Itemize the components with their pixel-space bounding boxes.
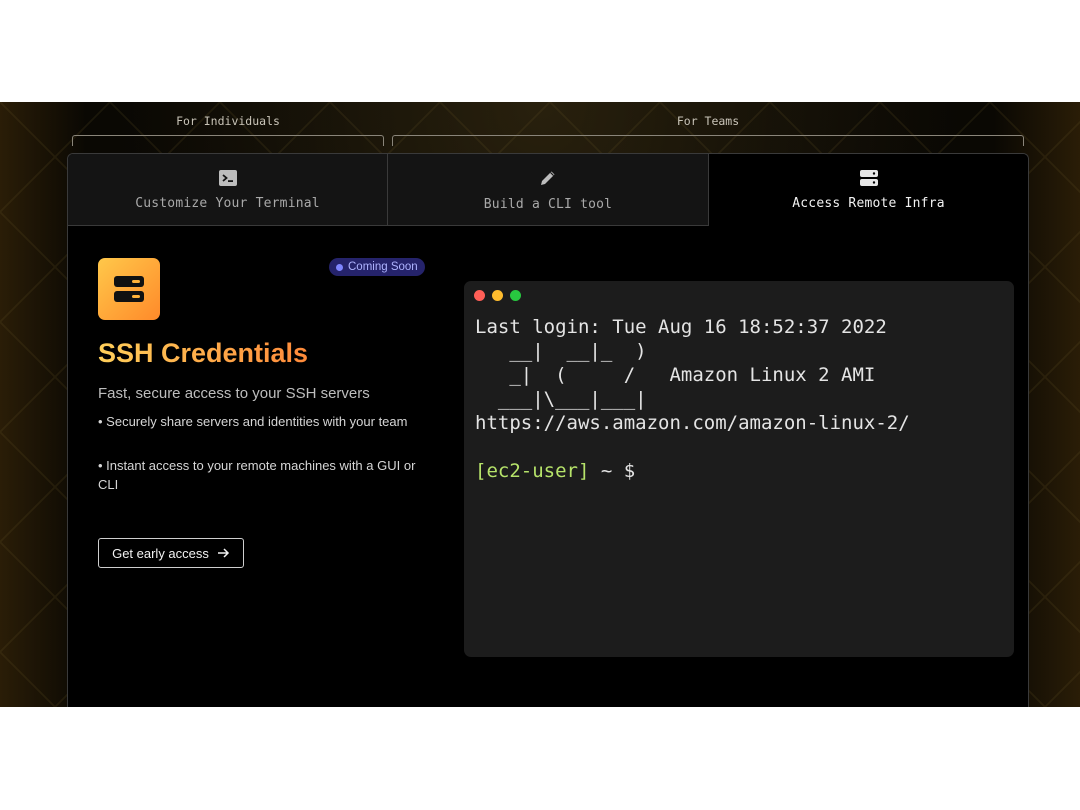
coming-soon-badge: Coming Soon: [329, 258, 425, 276]
maximize-traffic-light[interactable]: [510, 290, 521, 301]
terminal-line: __| __|_ ): [475, 340, 647, 362]
feature-bullet: • Securely share servers and identities …: [98, 414, 408, 429]
feature-subtitle: Fast, secure access to your SSH servers: [98, 385, 370, 402]
terminal-prompt: ~ $: [589, 460, 636, 482]
terminal-line: https://aws.amazon.com/amazon-linux-2/: [475, 412, 910, 434]
terminal-line: _| ( / Amazon Linux 2 AMI: [475, 364, 876, 386]
terminal-prompt-user: [ec2-user]: [475, 460, 590, 482]
badge-label: Coming Soon: [348, 261, 418, 273]
terminal-output[interactable]: Last login: Tue Aug 16 18:52:37 2022 __|…: [475, 315, 910, 483]
hero-section: For Individuals For Teams Customize Your…: [0, 102, 1080, 707]
badge-dot: [336, 263, 343, 271]
server-icon: [114, 276, 144, 302]
ssh-app-icon: [98, 258, 160, 320]
cta-label: Get early access: [112, 545, 209, 561]
arrow-right-icon: [217, 548, 229, 558]
close-traffic-light[interactable]: [474, 290, 485, 301]
tab-label: Customize Your Terminal: [135, 195, 320, 211]
group-bracket-individuals: [72, 135, 384, 146]
feature-panel: Customize Your Terminal Build a CLI tool…: [67, 153, 1029, 707]
group-label-individuals: For Individuals: [176, 114, 280, 128]
terminal-line: ___|\___|___|: [475, 388, 647, 410]
tab-label: Build a CLI tool: [483, 196, 613, 212]
pencil-icon: [541, 171, 555, 185]
group-label-teams: For Teams: [676, 114, 740, 128]
terminal-window: Last login: Tue Aug 16 18:52:37 2022 __|…: [464, 281, 1014, 657]
tab-label: Access Remote Infra: [792, 196, 945, 211]
feature-title: SSH Credentials: [98, 338, 309, 368]
minimize-traffic-light[interactable]: [492, 290, 503, 301]
group-bracket-teams: [392, 135, 1024, 146]
server-icon: [859, 170, 878, 186]
tab-customize-terminal[interactable]: Customize Your Terminal: [68, 154, 388, 226]
terminal-line: Last login: Tue Aug 16 18:52:37 2022: [475, 316, 887, 338]
feature-bullet: • Instant access to your remote machines…: [98, 458, 416, 492]
get-early-access-button[interactable]: Get early access: [98, 538, 244, 568]
tab-access-remote-infra[interactable]: Access Remote Infra: [709, 154, 1028, 226]
terminal-icon: [218, 169, 237, 186]
tab-build-cli-tool[interactable]: Build a CLI tool: [388, 154, 709, 226]
